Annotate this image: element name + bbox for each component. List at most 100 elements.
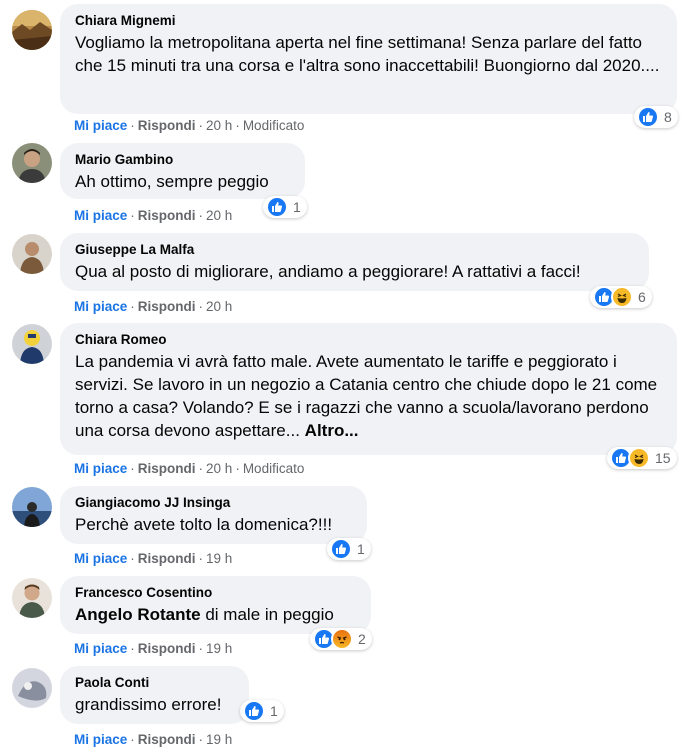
like-button[interactable]: Mi piace bbox=[74, 732, 127, 747]
separator: · bbox=[198, 118, 204, 133]
reaction-count: 6 bbox=[638, 289, 646, 305]
comment-author[interactable]: Paola Conti bbox=[75, 674, 235, 691]
like-icon bbox=[330, 538, 352, 560]
comment-text: Angelo Rotante di male in peggio bbox=[75, 603, 357, 626]
reaction-summary[interactable]: 2 bbox=[310, 628, 372, 650]
comment-time[interactable]: 20 h bbox=[206, 208, 232, 223]
separator: · bbox=[198, 461, 204, 476]
reaction-count: 1 bbox=[357, 541, 365, 557]
comment-bubble: Francesco Cosentino Angelo Rotante di ma… bbox=[60, 576, 371, 634]
comment-text: Vogliamo la metropolitana aperta nel fin… bbox=[75, 33, 660, 75]
like-icon bbox=[266, 196, 288, 218]
comment-author[interactable]: Mario Gambino bbox=[75, 151, 291, 168]
separator: · bbox=[235, 461, 240, 476]
comment-time[interactable]: 19 h bbox=[206, 641, 232, 656]
reaction-count: 15 bbox=[655, 450, 671, 466]
comment-author[interactable]: Chiara Mignemi bbox=[75, 12, 663, 29]
see-more-link[interactable]: Altro... bbox=[305, 421, 359, 440]
reaction-count: 1 bbox=[270, 703, 278, 719]
separator: · bbox=[198, 299, 204, 314]
angry-icon bbox=[331, 628, 353, 650]
separator: · bbox=[235, 118, 240, 133]
mention-link[interactable]: Angelo Rotante bbox=[75, 605, 201, 624]
reaction-summary[interactable]: 1 bbox=[240, 700, 284, 722]
avatar[interactable] bbox=[12, 324, 52, 364]
comment-actions: Mi piace · Rispondi · 20 h · Modificato bbox=[74, 461, 304, 477]
comment-time[interactable]: 19 h bbox=[206, 732, 232, 747]
reaction-count: 8 bbox=[664, 109, 672, 125]
reaction-summary[interactable]: 15 bbox=[607, 447, 677, 469]
comment-actions: Mi piace · Rispondi · 19 h bbox=[74, 732, 232, 748]
comment-text: grandissimo errore! bbox=[75, 695, 222, 714]
reply-button[interactable]: Rispondi bbox=[138, 118, 196, 133]
reaction-summary[interactable]: 6 bbox=[590, 286, 652, 308]
reaction-count: 1 bbox=[293, 199, 301, 215]
comment-author[interactable]: Francesco Cosentino bbox=[75, 584, 357, 601]
comment-text-body: di male in peggio bbox=[205, 605, 334, 624]
reaction-summary[interactable]: 1 bbox=[263, 196, 307, 218]
reaction-summary[interactable]: 8 bbox=[634, 106, 678, 128]
comment-author[interactable]: Giangiacomo JJ Insinga bbox=[75, 494, 353, 511]
separator: · bbox=[130, 461, 135, 476]
comment-list: Chiara Mignemi Vogliamo la metropolitana… bbox=[0, 0, 693, 755]
comment-time[interactable]: 20 h bbox=[206, 299, 232, 314]
separator: · bbox=[130, 299, 135, 314]
comment-text: Ah ottimo, sempre peggio bbox=[75, 172, 269, 191]
comment-actions: Mi piace · Rispondi · 20 h bbox=[74, 208, 232, 224]
reply-button[interactable]: Rispondi bbox=[138, 208, 196, 223]
reply-button[interactable]: Rispondi bbox=[138, 461, 196, 476]
comment-text-body: La pandemia vi avrà fatto male. Avete au… bbox=[75, 352, 658, 440]
edited-label: Modificato bbox=[242, 461, 305, 476]
reply-button[interactable]: Rispondi bbox=[138, 551, 196, 566]
reply-button[interactable]: Rispondi bbox=[138, 641, 196, 656]
like-button[interactable]: Mi piace bbox=[74, 208, 127, 223]
separator: · bbox=[198, 551, 204, 566]
avatar[interactable] bbox=[12, 578, 52, 618]
reply-button[interactable]: Rispondi bbox=[138, 732, 196, 747]
like-button[interactable]: Mi piace bbox=[74, 461, 127, 476]
like-icon bbox=[637, 106, 659, 128]
comment-time[interactable]: 19 h bbox=[206, 551, 232, 566]
comment-text: La pandemia vi avrà fatto male. Avete au… bbox=[75, 350, 663, 442]
separator: · bbox=[130, 641, 135, 656]
separator: · bbox=[198, 641, 204, 656]
separator: · bbox=[130, 732, 135, 747]
like-button[interactable]: Mi piace bbox=[74, 299, 127, 314]
avatar[interactable] bbox=[12, 234, 52, 274]
comment-bubble: Chiara Mignemi Vogliamo la metropolitana… bbox=[60, 4, 677, 114]
avatar[interactable] bbox=[12, 10, 52, 50]
comment-actions: Mi piace · Rispondi · 19 h bbox=[74, 641, 232, 657]
separator: · bbox=[198, 208, 204, 223]
reaction-summary[interactable]: 1 bbox=[327, 538, 371, 560]
like-icon bbox=[243, 700, 265, 722]
haha-icon bbox=[611, 286, 633, 308]
comment-time[interactable]: 20 h bbox=[206, 118, 232, 133]
comment-actions: Mi piace · Rispondi · 20 h · Modificato bbox=[74, 118, 304, 134]
comment-author[interactable]: Chiara Romeo bbox=[75, 331, 663, 348]
comment-bubble: Mario Gambino Ah ottimo, sempre peggio bbox=[60, 143, 305, 199]
comment-text: Perchè avete tolto la domenica?!!! bbox=[75, 515, 333, 534]
comment-bubble: Chiara Romeo La pandemia vi avrà fatto m… bbox=[60, 323, 677, 455]
comment-bubble: Giangiacomo JJ Insinga Perchè avete tolt… bbox=[60, 486, 367, 544]
avatar[interactable] bbox=[12, 143, 52, 183]
comment-actions: Mi piace · Rispondi · 19 h bbox=[74, 551, 232, 567]
reaction-count: 2 bbox=[358, 631, 366, 647]
haha-icon bbox=[628, 447, 650, 469]
comment-text: Qua al posto di migliorare, andiamo a pe… bbox=[75, 262, 581, 281]
like-button[interactable]: Mi piace bbox=[74, 641, 127, 656]
avatar[interactable] bbox=[12, 668, 52, 708]
avatar[interactable] bbox=[12, 487, 52, 527]
like-button[interactable]: Mi piace bbox=[74, 118, 127, 133]
comment-time[interactable]: 20 h bbox=[206, 461, 232, 476]
separator: · bbox=[130, 118, 135, 133]
separator: · bbox=[130, 551, 135, 566]
comment-bubble: Giuseppe La Malfa Qua al posto di miglio… bbox=[60, 233, 649, 291]
comment-actions: Mi piace · Rispondi · 20 h bbox=[74, 299, 232, 315]
comment-author[interactable]: Giuseppe La Malfa bbox=[75, 241, 635, 258]
comment-bubble: Paola Conti grandissimo errore! bbox=[60, 666, 249, 724]
separator: · bbox=[130, 208, 135, 223]
reply-button[interactable]: Rispondi bbox=[138, 299, 196, 314]
like-button[interactable]: Mi piace bbox=[74, 551, 127, 566]
separator: · bbox=[198, 732, 204, 747]
edited-label: Modificato bbox=[242, 118, 305, 133]
